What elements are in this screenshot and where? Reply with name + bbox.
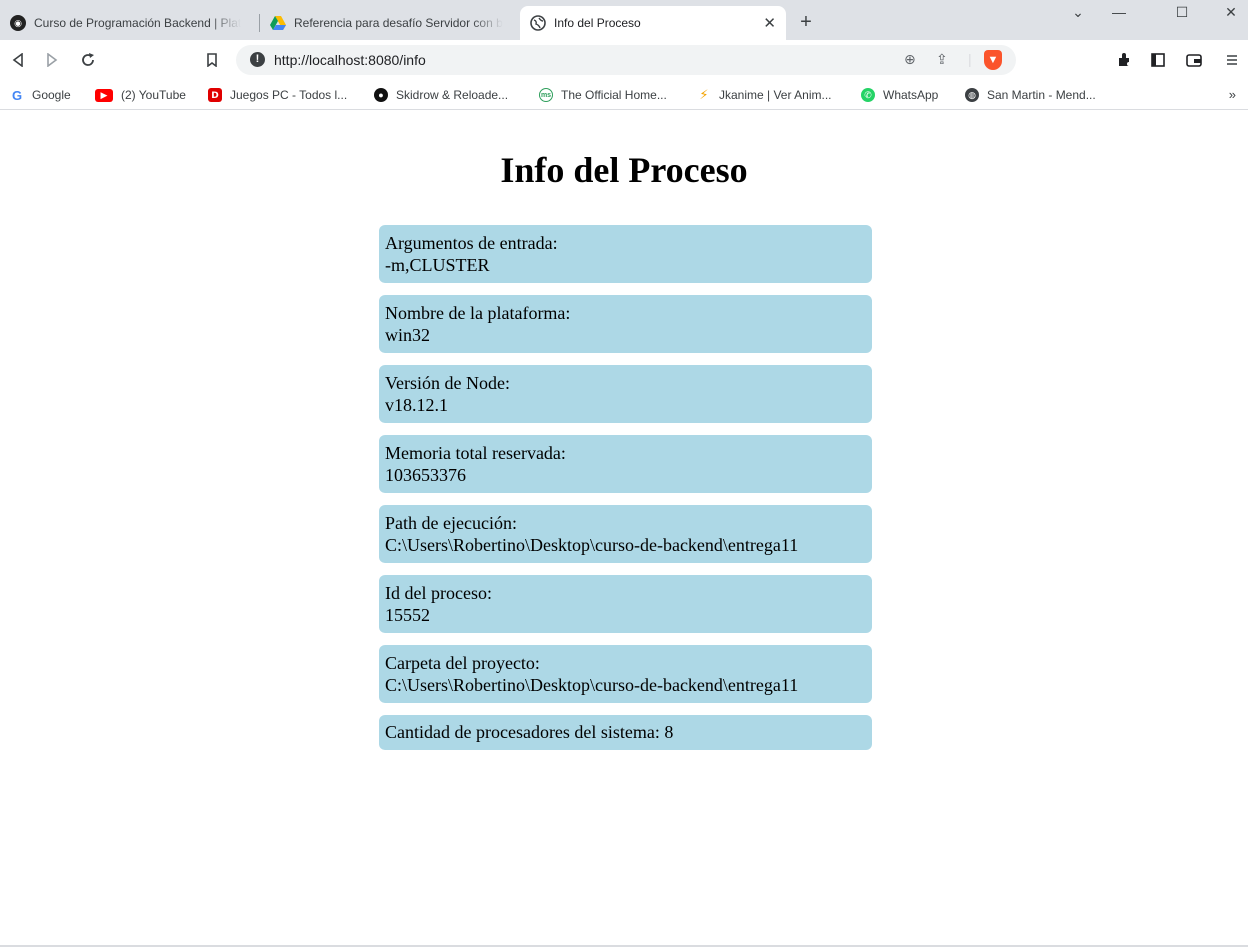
tab-title: Referencia para desafío Servidor con b [294, 16, 503, 30]
info-label: Cantidad de procesadores del sistema: 8 [385, 722, 674, 742]
info-value: win32 [385, 325, 430, 345]
bookmark-label: Jkanime | Ver Anim... [719, 88, 832, 102]
bookmark-official-home[interactable]: ms The Official Home... [539, 86, 667, 104]
bookmarks-bar: G Google ▶ (2) YouTube Ⅾ Juegos PC - Tod… [0, 80, 1248, 110]
tab-title: Info del Proceso [554, 16, 641, 30]
bookmark-jkanime[interactable]: ⚡ Jkanime | Ver Anim... [697, 86, 832, 104]
info-card-arguments: Argumentos de entrada: -m,CLUSTER [379, 225, 872, 283]
address-bar[interactable]: ! http://localhost:8080/info ⊕ ⇪ | ▼ [236, 45, 1016, 75]
bookmark-label: Google [32, 88, 71, 102]
site-info-icon[interactable]: ! [250, 52, 265, 67]
zoom-icon[interactable]: ⊕ [904, 51, 916, 68]
brave-shields-icon[interactable]: ▼ [984, 50, 1002, 70]
divider: | [968, 51, 972, 67]
google-drive-icon [270, 15, 286, 31]
jkanime-icon: ⚡ [699, 87, 709, 102]
bookmark-label: Skidrow & Reloade... [396, 88, 509, 102]
bookmark-label: (2) YouTube [121, 88, 186, 102]
info-card-memory: Memoria total reservada: 103653376 [379, 435, 872, 493]
info-value: C:\Users\Robertino\Desktop\curso-de-back… [385, 535, 799, 555]
globe-icon [530, 15, 546, 31]
tab-title: Curso de Programación Backend | Plat [34, 16, 242, 30]
page-content: Info del Proceso Argumentos de entrada: … [0, 111, 1248, 945]
youtube-icon: ▶ [95, 88, 113, 102]
info-card-platform: Nombre de la plataforma: win32 [379, 295, 872, 353]
page-title: Info del Proceso [500, 150, 748, 190]
window-close-icon[interactable]: ✕ [1216, 4, 1246, 21]
tab-search-icon[interactable]: ⌄ [1063, 4, 1093, 21]
info-card-exec-path: Path de ejecución: C:\Users\Robertino\De… [379, 505, 872, 563]
bookmark-juegos-pc[interactable]: Ⅾ Juegos PC - Todos l... [208, 86, 347, 104]
info-value: C:\Users\Robertino\Desktop\curso-de-back… [385, 675, 799, 695]
bookmark-google[interactable]: G Google [10, 86, 71, 104]
info-label: Argumentos de entrada: [385, 233, 558, 253]
coderhouse-icon: ◉ [10, 15, 26, 31]
bookmark-youtube[interactable]: ▶ (2) YouTube [95, 86, 186, 104]
wallet-icon[interactable] [1182, 48, 1206, 72]
globe-icon: ◍ [965, 88, 979, 102]
info-label: Id del proceso: [385, 583, 492, 603]
tab-strip: ◉ Curso de Programación Backend | Plat R… [0, 0, 1248, 40]
bookmark-icon[interactable] [200, 48, 224, 72]
info-value: 15552 [385, 605, 430, 625]
share-icon[interactable]: ⇪ [936, 51, 948, 68]
tab-curso-backend[interactable]: ◉ Curso de Programación Backend | Plat [0, 6, 258, 40]
official-home-icon: ms [539, 88, 553, 102]
url-text[interactable]: http://localhost:8080/info [274, 52, 426, 68]
sidebar-icon[interactable] [1146, 48, 1170, 72]
whatsapp-icon: ✆ [861, 88, 875, 102]
info-label: Path de ejecución: [385, 513, 517, 533]
info-value: -m,CLUSTER [385, 255, 490, 275]
skidrow-icon: ● [374, 88, 388, 102]
bookmark-label: Juegos PC - Todos l... [230, 88, 348, 102]
tab-referencia-desafio[interactable]: Referencia para desafío Servidor con b [260, 6, 518, 40]
process-info-list: Argumentos de entrada: -m,CLUSTER Nombre… [379, 225, 872, 762]
juegos-icon: Ⅾ [208, 88, 222, 102]
bookmark-skidrow[interactable]: ● Skidrow & Reloade... [374, 86, 508, 104]
info-card-process-id: Id del proceso: 15552 [379, 575, 872, 633]
info-card-project-folder: Carpeta del proyecto: C:\Users\Robertino… [379, 645, 872, 703]
maximize-icon[interactable]: ☐ [1167, 4, 1197, 21]
info-label: Carpeta del proyecto: [385, 653, 540, 673]
info-card-node-version: Versión de Node: v18.12.1 [379, 365, 872, 423]
info-label: Nombre de la plataforma: [385, 303, 571, 323]
info-value: v18.12.1 [385, 395, 448, 415]
more-bookmarks-icon[interactable]: » [1229, 87, 1236, 102]
info-value: 103653376 [385, 465, 466, 485]
back-icon[interactable] [6, 48, 30, 72]
bookmark-label: The Official Home... [561, 88, 667, 102]
bookmark-whatsapp[interactable]: ✆ WhatsApp [861, 86, 938, 104]
google-icon: G [11, 87, 23, 103]
bookmark-label: San Martin - Mend... [987, 88, 1096, 102]
bookmark-label: WhatsApp [883, 88, 939, 102]
menu-icon[interactable] [1220, 48, 1244, 72]
forward-icon[interactable] [40, 48, 64, 72]
extensions-icon[interactable] [1112, 48, 1136, 72]
info-card-cpu-count: Cantidad de procesadores del sistema: 8 [379, 715, 872, 750]
tab-info-proceso[interactable]: Info del Proceso ✕ [520, 6, 786, 40]
browser-toolbar: ! http://localhost:8080/info ⊕ ⇪ | ▼ [0, 40, 1248, 80]
reload-icon[interactable] [76, 48, 100, 72]
info-label: Versión de Node: [385, 373, 510, 393]
bookmark-san-martin[interactable]: ◍ San Martin - Mend... [965, 86, 1096, 104]
new-tab-button[interactable]: + [794, 10, 818, 34]
close-tab-icon[interactable]: ✕ [763, 14, 776, 32]
info-label: Memoria total reservada: [385, 443, 566, 463]
minimize-icon[interactable]: — [1104, 4, 1134, 20]
